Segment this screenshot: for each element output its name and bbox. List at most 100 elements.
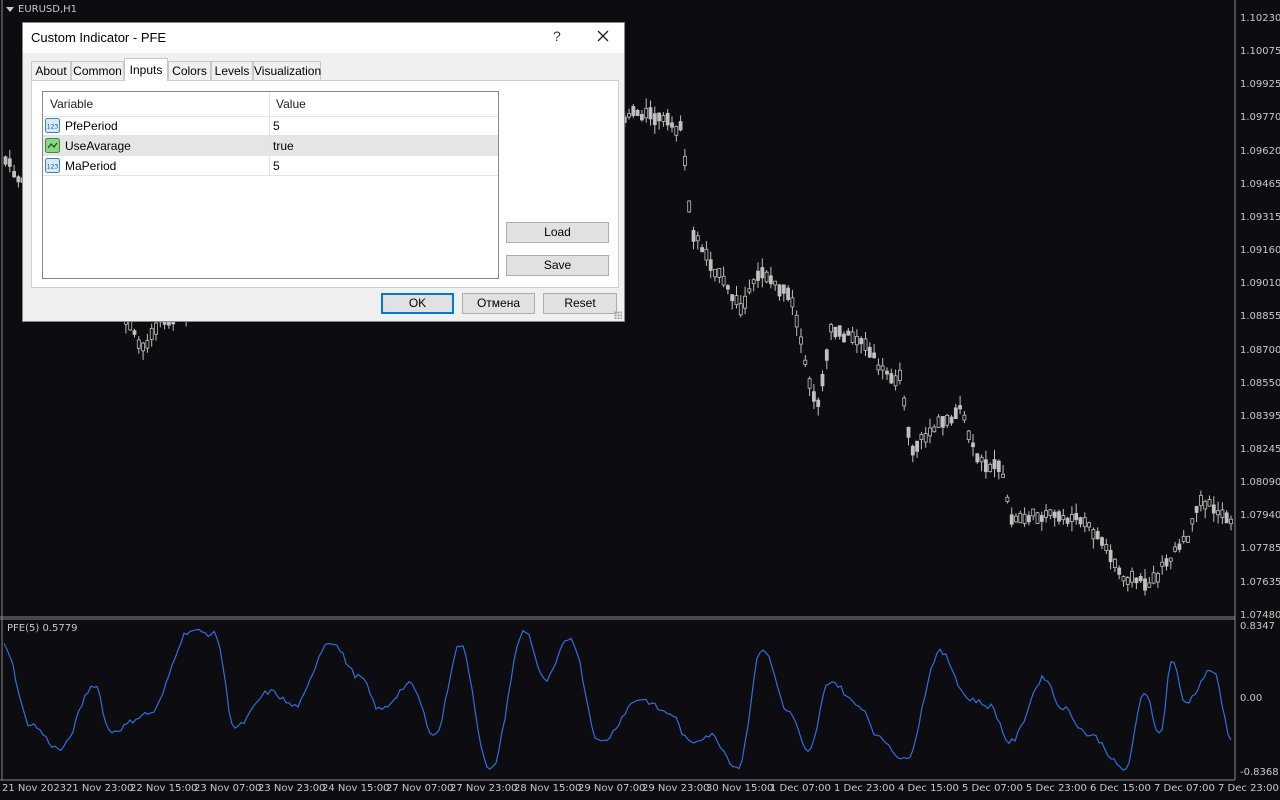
price-tick: 1.09010 <box>1240 278 1280 290</box>
candle-body <box>691 230 696 242</box>
candle-body <box>730 294 735 302</box>
tab-colors[interactable]: Colors <box>168 61 211 80</box>
candle-body <box>915 440 919 452</box>
candle-body <box>1164 558 1169 567</box>
candle-body <box>678 121 683 131</box>
candle-body <box>683 155 687 166</box>
candle-body <box>902 397 907 407</box>
tab-levels[interactable]: Levels <box>211 61 253 80</box>
price-tick: 1.08855 <box>1240 311 1280 323</box>
candle-body <box>1151 572 1156 584</box>
candle-body <box>880 365 885 371</box>
candle-body <box>966 430 971 440</box>
candle-body <box>949 416 954 424</box>
time-tick: 4 Dec 15:00 <box>898 783 959 794</box>
candle-body <box>1039 515 1044 522</box>
time-tick: 21 Nov 2023 <box>2 783 67 794</box>
custom-indicator-dialog: Custom Indicator - PFE ? About Common In… <box>22 22 625 322</box>
candle-body <box>1199 495 1203 506</box>
inputs-grid[interactable]: Variable Value 123 PfePeriod 5 UseAvarag… <box>42 91 499 279</box>
save-button[interactable]: Save <box>506 255 609 276</box>
input-row-maperiod[interactable]: 123 MaPeriod 5 <box>43 156 498 176</box>
variable-value[interactable]: 5 <box>273 119 280 133</box>
candle-body <box>855 336 859 346</box>
pfe-indicator-line <box>3 628 1232 771</box>
cancel-button[interactable]: Отмена <box>462 293 535 314</box>
indicator-label: PFE(5) 0.5779 <box>7 623 78 634</box>
variable-column-header[interactable]: Variable <box>50 97 93 111</box>
candle-body <box>781 284 786 294</box>
tab-visualization[interactable]: Visualization <box>253 61 321 80</box>
candle-body <box>1211 504 1216 514</box>
candle-body <box>996 460 1001 473</box>
candle-body <box>1009 514 1014 525</box>
price-tick: 1.08700 <box>1240 344 1280 356</box>
candle-body <box>657 112 661 122</box>
integer-icon: 123 <box>45 158 60 173</box>
ok-button[interactable]: OK <box>381 293 454 314</box>
candle-body <box>738 303 743 316</box>
candle-body <box>773 280 778 286</box>
help-button[interactable]: ? <box>553 28 561 44</box>
time-tick: 1 Dec 07:00 <box>770 783 831 794</box>
candle-body <box>923 433 928 443</box>
candle-body <box>3 156 8 165</box>
candle-body <box>979 456 984 463</box>
reset-button[interactable]: Reset <box>543 293 617 314</box>
candle-body <box>777 284 782 297</box>
load-button[interactable]: Load <box>506 222 609 243</box>
candle-body <box>1044 510 1048 518</box>
candle-body <box>695 235 700 242</box>
candle-body <box>799 336 803 345</box>
dropdown-triangle-icon[interactable] <box>6 6 14 12</box>
dialog-titlebar[interactable]: Custom Indicator - PFE ? <box>23 23 624 53</box>
candle-body <box>812 391 816 402</box>
candle-body <box>794 314 799 328</box>
candle-body <box>1134 577 1139 584</box>
value-column-header[interactable]: Value <box>276 97 306 111</box>
candle-body <box>1160 561 1165 567</box>
candle-body <box>1031 508 1036 517</box>
candle-body <box>1229 518 1233 525</box>
input-row-pfeperiod[interactable]: 123 PfePeriod 5 <box>43 116 498 136</box>
candle-body <box>824 349 829 361</box>
symbol-label[interactable]: EURUSD,H1 <box>6 4 77 15</box>
column-separator[interactable] <box>269 92 270 116</box>
tab-inputs[interactable]: Inputs <box>124 58 168 81</box>
candle-body <box>704 248 709 261</box>
candle-body <box>867 346 872 358</box>
candle-body <box>743 295 747 309</box>
candle-body <box>906 426 911 438</box>
candle-body <box>708 259 713 271</box>
candle-body <box>898 369 902 381</box>
candle-body <box>919 434 924 440</box>
input-row-useavarage[interactable]: UseAvarage true <box>43 136 498 156</box>
candle-body <box>661 115 666 122</box>
candle-body <box>627 113 631 118</box>
resize-grip-icon[interactable] <box>614 311 622 319</box>
candle-body <box>803 359 808 365</box>
price-tick: 1.07480 <box>1240 609 1280 621</box>
tab-about[interactable]: About <box>31 61 71 80</box>
candle-body <box>713 268 717 278</box>
candle-body <box>863 338 868 351</box>
candle-body <box>1173 546 1177 552</box>
candle-body <box>1065 517 1070 524</box>
candle-body <box>837 325 842 337</box>
candle-body <box>648 107 653 120</box>
time-tick: 5 Dec 07:00 <box>962 783 1023 794</box>
indicator-zero-tick: 0.00 <box>1240 693 1263 704</box>
candle-body <box>1078 517 1083 525</box>
variable-value[interactable]: 5 <box>273 159 280 173</box>
candle-body <box>971 442 975 448</box>
candle-body <box>1117 567 1122 575</box>
time-tick: 22 Nov 15:00 <box>130 783 198 794</box>
cell-separator <box>269 116 270 136</box>
variable-value[interactable]: true <box>273 139 294 153</box>
candle-body <box>1190 518 1195 525</box>
tab-common[interactable]: Common <box>71 61 124 80</box>
close-icon[interactable] <box>595 28 611 44</box>
candle-body <box>984 459 988 473</box>
time-tick: 30 Nov 15:00 <box>706 783 774 794</box>
indicator-max-tick: 0.8347 <box>1240 621 1275 632</box>
